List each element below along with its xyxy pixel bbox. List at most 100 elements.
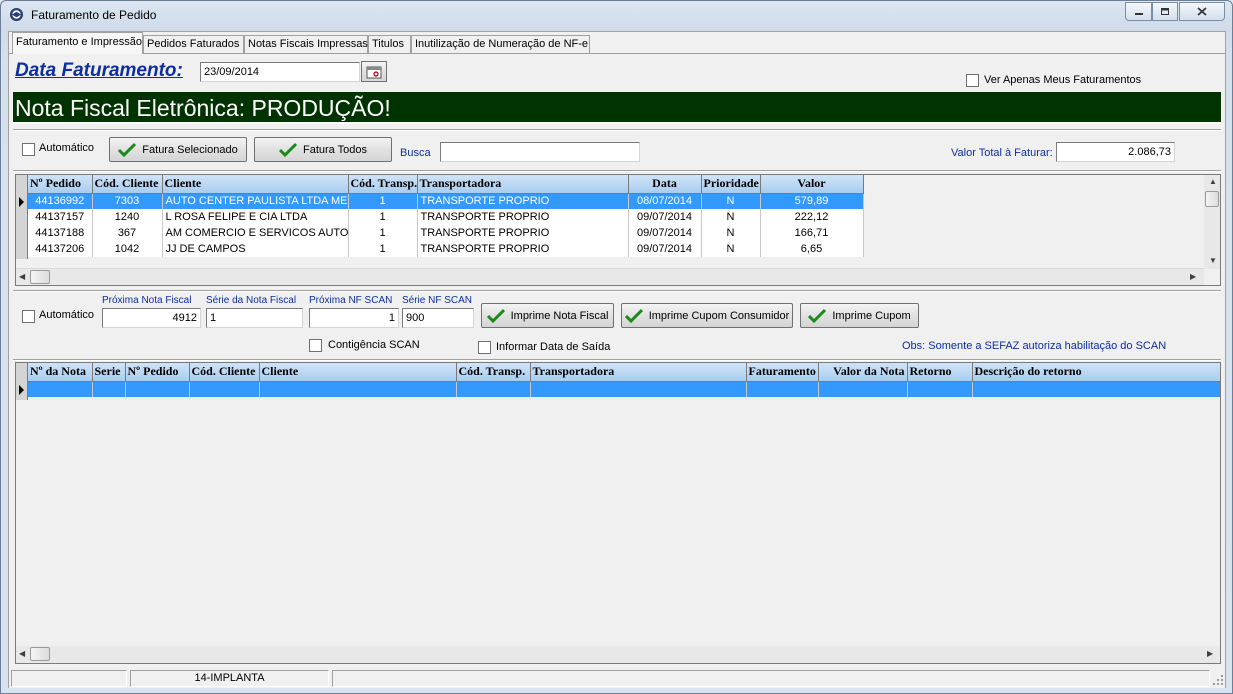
calendar-button[interactable] [361, 61, 387, 82]
tab-inutilizacao[interactable]: Inutilização de Numeração de NF-e [411, 35, 590, 54]
checkmark-icon [808, 308, 827, 323]
orders-vertical-scrollbar[interactable]: ▲ ▼ [1204, 175, 1220, 269]
orders-column-header[interactable]: Cód. Cliente [92, 175, 163, 194]
client-area: Faturamento e Impressão Pedidos Faturado… [8, 31, 1226, 688]
row-indicator-column [16, 175, 28, 259]
checkmark-icon [118, 142, 137, 157]
tab-titulos[interactable]: Titulos [368, 35, 411, 54]
table-cell: 44137206 [28, 241, 93, 257]
table-row[interactable]: 44137206 1042 JJ DE CAMPOS 1 TRANSPORTE PROP… [28, 241, 864, 257]
imprime-cupom-button[interactable]: Imprime Cupom [800, 303, 919, 328]
table-cell [189, 381, 260, 397]
divider [13, 290, 1221, 292]
table-cell [125, 381, 190, 397]
table-cell: 09/07/2014 [628, 241, 702, 257]
table-cell: 09/07/2014 [628, 209, 702, 225]
informar-data-label: Informar Data de Saída [496, 341, 611, 353]
notes-column-header[interactable]: Valor da Nota [818, 363, 908, 382]
date-field[interactable]: 23/09/2014 [200, 62, 360, 82]
minimize-button[interactable] [1125, 2, 1152, 21]
scroll-thumb[interactable] [30, 270, 50, 284]
scroll-up-icon[interactable]: ▲ [1209, 177, 1217, 186]
auto-label-1: Automático [39, 142, 95, 154]
resize-grip-icon[interactable] [1212, 674, 1224, 686]
scroll-thumb[interactable] [1205, 191, 1219, 207]
table-row[interactable]: 44136992 7303 AUTO CENTER PAULISTA LTDA ME… [28, 193, 864, 209]
scroll-thumb[interactable] [30, 647, 50, 661]
notes-column-header[interactable]: Cód. Cliente [189, 363, 260, 382]
divider [13, 129, 1221, 131]
imprime-nf-button[interactable]: Imprime Nota Fiscal [481, 303, 614, 328]
table-cell: 7303 [92, 193, 163, 209]
notes-column-header[interactable]: Nº Pedido [125, 363, 190, 382]
serie-input[interactable]: 1 [206, 308, 303, 328]
table-row[interactable] [28, 381, 1220, 397]
title-bar: Faturamento de Pedido [1, 1, 1232, 29]
maximize-icon [1161, 8, 1169, 15]
notes-column-header[interactable]: Serie [92, 363, 126, 382]
orders-column-header[interactable]: Valor [760, 175, 864, 194]
scroll-left-icon[interactable]: ◀ [19, 272, 25, 281]
fatura-todos-button[interactable]: Fatura Todos [254, 137, 392, 162]
orders-horizontal-scrollbar[interactable]: ◀ ▶ [16, 268, 1204, 285]
fatura-selecionado-button[interactable]: Fatura Selecionado [109, 137, 247, 162]
table-cell: TRANSPORTE PROPRIO [417, 209, 629, 225]
table-cell: 44137157 [28, 209, 93, 225]
notes-column-header[interactable]: Faturamento [746, 363, 819, 382]
table-cell: 44137188 [28, 225, 93, 241]
close-button[interactable] [1179, 2, 1225, 21]
table-cell: 08/07/2014 [628, 193, 702, 209]
orders-table: Nº Pedido Cód. Cliente Cliente Cód. Transp.… [28, 175, 864, 257]
table-row[interactable]: 44137157 1240 L ROSA FELIPE E CIA LTDA 1 TRA… [28, 209, 864, 225]
table-cell: 166,71 [760, 225, 864, 241]
prox-nf-input[interactable]: 4912 [102, 308, 201, 328]
scroll-right-icon[interactable]: ▶ [1207, 649, 1213, 658]
auto-checkbox-2[interactable] [22, 310, 35, 323]
scroll-down-icon[interactable]: ▼ [1209, 256, 1217, 265]
scroll-left-icon[interactable]: ◀ [19, 649, 25, 658]
orders-column-header[interactable]: Transportadora [417, 175, 629, 194]
total-value: 2.086,73 [1056, 142, 1175, 162]
informar-data-checkbox[interactable] [478, 341, 491, 354]
orders-column-header[interactable]: Prioridade [701, 175, 761, 194]
status-panel-3 [332, 670, 1210, 687]
table-cell [259, 381, 457, 397]
environment-banner: Nota Fiscal Eletrônica: PRODUÇÃO! [13, 92, 1221, 124]
table-cell: N [701, 241, 761, 257]
notes-column-header[interactable]: Transportadora [530, 363, 747, 382]
serie-scan-input[interactable]: 900 [402, 308, 474, 328]
total-label: Valor Total à Faturar: [951, 147, 1053, 159]
notes-table: Nº da Nota Serie Nº Pedido Cód. Cliente Clie… [28, 363, 1220, 397]
maximize-button[interactable] [1152, 2, 1178, 21]
notes-column-header[interactable]: Descrição do retorno [972, 363, 1220, 382]
table-cell: N [701, 209, 761, 225]
orders-grid[interactable]: Nº Pedido Cód. Cliente Cliente Cód. Transp.… [15, 174, 1221, 286]
contingencia-checkbox[interactable] [309, 339, 322, 352]
orders-column-header[interactable]: Nº Pedido [28, 175, 93, 194]
scroll-right-icon[interactable]: ▶ [1190, 272, 1196, 281]
tab-notas-fiscais-impressas[interactable]: Notas Fiscais Impressas [244, 35, 368, 54]
table-cell: AM COMERCIO E SERVICOS AUTOM [162, 225, 349, 241]
tab-faturamento-impressao[interactable]: Faturamento e Impressão [12, 32, 143, 54]
prox-scan-input[interactable]: 1 [309, 308, 399, 328]
busca-input[interactable] [440, 142, 640, 162]
notes-horizontal-scrollbar[interactable]: ◀ ▶ [16, 646, 1220, 663]
prox-scan-label: Próxima NF SCAN [309, 295, 393, 306]
auto-checkbox-1[interactable] [22, 143, 35, 156]
orders-column-header[interactable]: Cód. Transp. [348, 175, 418, 194]
notes-column-header[interactable]: Cód. Transp. [456, 363, 531, 382]
notes-column-header[interactable]: Cliente [259, 363, 457, 382]
only-mine-checkbox[interactable] [966, 74, 979, 87]
fatura-selecionado-label: Fatura Selecionado [142, 143, 238, 156]
notes-column-header[interactable]: Retorno [907, 363, 973, 382]
orders-column-header[interactable]: Cliente [162, 175, 349, 194]
tab-pedidos-faturados[interactable]: Pedidos Faturados [143, 35, 244, 54]
auto-label-2: Automático [39, 309, 95, 321]
table-cell: 44136992 [28, 193, 93, 209]
notes-grid[interactable]: Nº da Nota Serie Nº Pedido Cód. Cliente Clie… [15, 362, 1221, 664]
checkmark-icon [624, 308, 643, 323]
imprime-cupom-consumidor-button[interactable]: Imprime Cupom Consumidor [621, 303, 793, 328]
orders-column-header[interactable]: Data [628, 175, 702, 194]
table-row[interactable]: 44137188 367 AM COMERCIO E SERVICOS AUTOM 1… [28, 225, 864, 241]
notes-column-header[interactable]: Nº da Nota [28, 363, 93, 382]
